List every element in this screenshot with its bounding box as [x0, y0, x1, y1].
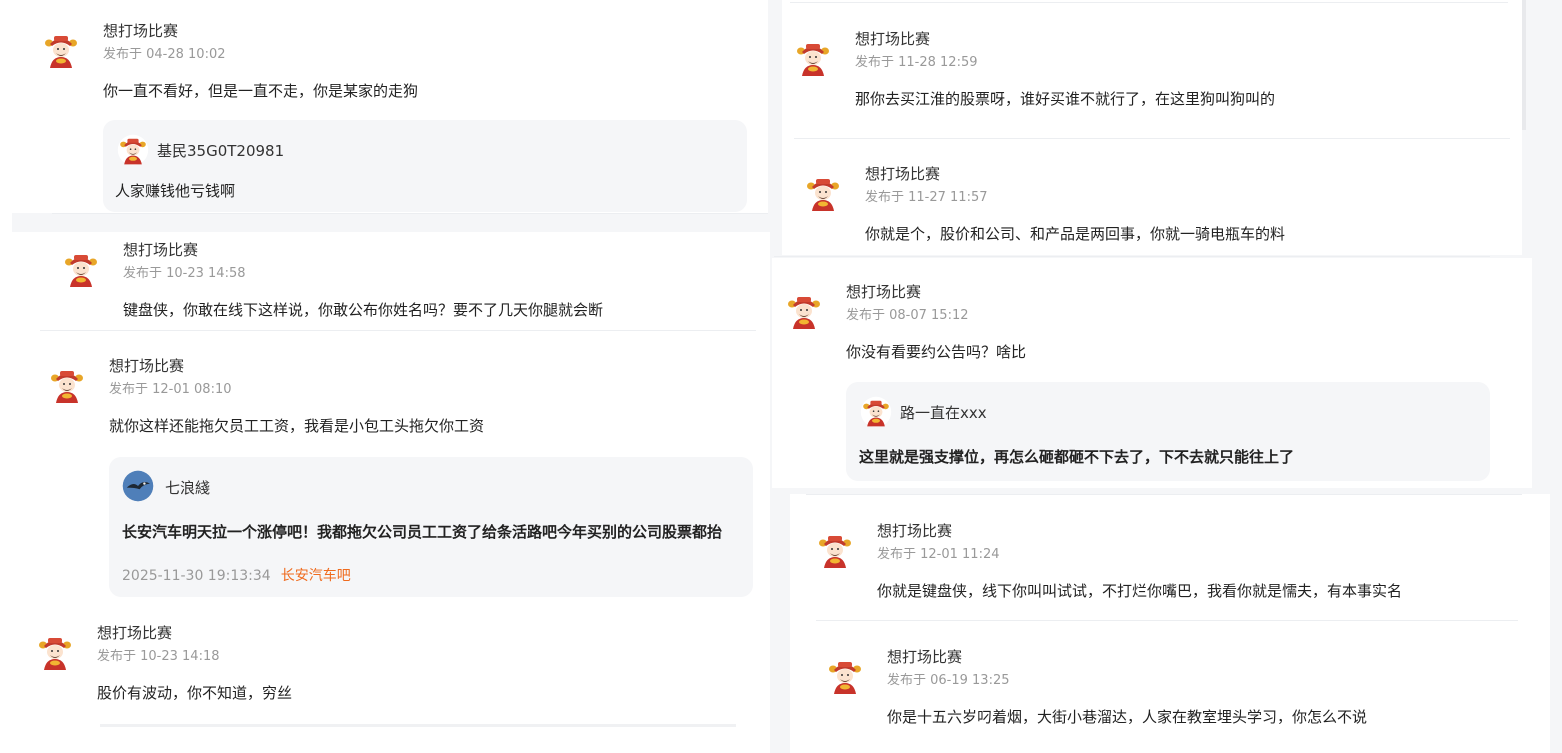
divider	[100, 724, 736, 727]
quoted-comment[interactable]: 路一直在xxx 这里就是强支撑位，再怎么砸都砸不下去了，下不去就只能往上了	[846, 382, 1490, 481]
post-time: 发布于 11-28 12:59	[855, 55, 978, 70]
author-name[interactable]: 想打场比赛	[123, 239, 198, 260]
author-name[interactable]: 想打场比赛	[846, 281, 921, 302]
caishen-avatar-icon[interactable]	[35, 632, 75, 672]
caishen-avatar-icon[interactable]	[825, 656, 865, 696]
author-name[interactable]: 想打场比赛	[865, 163, 940, 184]
quoted-author[interactable]: 七浪綫	[165, 477, 210, 498]
quoted-content: 人家赚钱他亏钱啊	[115, 182, 236, 200]
author-name[interactable]: 想打场比赛	[887, 646, 962, 667]
divider	[794, 138, 1510, 139]
caishen-avatar-icon[interactable]	[41, 30, 81, 70]
post-content[interactable]: 你就是个，股价和公司、和产品是两回事，你就一骑电瓶车的料	[865, 223, 1285, 244]
caishen-avatar-icon[interactable]	[860, 396, 892, 428]
divider	[816, 620, 1518, 621]
caishen-avatar-icon[interactable]	[803, 173, 843, 213]
post-content[interactable]: 你是十五六岁叼着烟，大街小巷溜达，人家在教室埋头学习，你怎么不说	[887, 706, 1367, 727]
post-content[interactable]: 你一直不看好，但是一直不走，你是某家的走狗	[103, 80, 418, 101]
scrollbar[interactable]	[1522, 0, 1526, 130]
quoted-content: 长安汽车明天拉一个涨停吧！我都拖欠公司员工工资了给条活路吧今年买别的公司股票都抬	[122, 523, 723, 541]
caishen-avatar-icon[interactable]	[793, 38, 833, 78]
author-name[interactable]: 想打场比赛	[855, 28, 930, 49]
divider	[774, 256, 1490, 257]
caishen-avatar-icon[interactable]	[117, 134, 149, 166]
divider	[806, 494, 1522, 495]
post-content[interactable]: 就你这样还能拖欠员工工资，我看是小包工头拖欠你工资	[109, 415, 484, 436]
quoted-comment[interactable]: 基民35G0T20981 人家赚钱他亏钱啊	[103, 120, 747, 212]
post-time: 发布于 06-19 13:25	[887, 673, 1010, 688]
caishen-avatar-icon[interactable]	[784, 291, 824, 331]
caishen-avatar-icon[interactable]	[815, 530, 855, 570]
post-time: 发布于 12-01 08:10	[109, 382, 232, 397]
quoted-meta: 2025-11-30 19:13:34 长安汽车吧	[122, 565, 351, 585]
author-name[interactable]: 想打场比赛	[877, 520, 952, 541]
panel-edge	[0, 0, 12, 232]
quoted-author[interactable]: 路一直在xxx	[900, 402, 987, 423]
caishen-avatar-icon[interactable]	[61, 249, 101, 289]
post-content[interactable]: 你就是键盘侠，线下你叫叫试试，不打烂你嘴巴，我看你就是懦夫，有本事实名	[877, 580, 1402, 601]
post-time: 发布于 10-23 14:18	[97, 649, 220, 664]
quoted-comment[interactable]: 七浪綫 长安汽车明天拉一个涨停吧！我都拖欠公司员工工资了给条活路吧今年买别的公司…	[109, 457, 753, 597]
divider	[790, 2, 1508, 3]
post-time: 发布于 08-07 15:12	[846, 308, 969, 323]
quoted-author[interactable]: 基民35G0T20981	[157, 140, 284, 161]
post-time: 发布于 10-23 14:58	[123, 266, 246, 281]
post-time: 发布于 12-01 11:24	[877, 547, 1000, 562]
post-time: 发布于 11-27 11:57	[865, 190, 988, 205]
author-name[interactable]: 想打场比赛	[103, 20, 178, 41]
post-content[interactable]: 那你去买江淮的股票呀，谁好买谁不就行了，在这里狗叫狗叫的	[855, 88, 1275, 109]
divider	[40, 330, 756, 331]
author-name[interactable]: 想打场比赛	[97, 622, 172, 643]
post-time: 发布于 04-28 10:02	[103, 47, 226, 62]
post-content[interactable]: 你没有看要约公告吗？啥比	[846, 341, 1026, 362]
author-name[interactable]: 想打场比赛	[109, 355, 184, 376]
post-content[interactable]: 股价有波动，你不知道，穷丝	[97, 682, 292, 703]
eagle-avatar-icon[interactable]	[122, 470, 154, 502]
quoted-content: 这里就是强支撑位，再怎么砸都砸不下去了，下不去就只能往上了	[859, 448, 1295, 466]
forum-link[interactable]: 长安汽车吧	[281, 568, 351, 584]
post-content[interactable]: 键盘侠，你敢在线下这样说，你敢公布你姓名吗？要不了几天你腿就会断	[123, 299, 603, 320]
divider	[52, 213, 768, 214]
quoted-date: 2025-11-30 19:13:34	[122, 568, 271, 584]
caishen-avatar-icon[interactable]	[47, 365, 87, 405]
